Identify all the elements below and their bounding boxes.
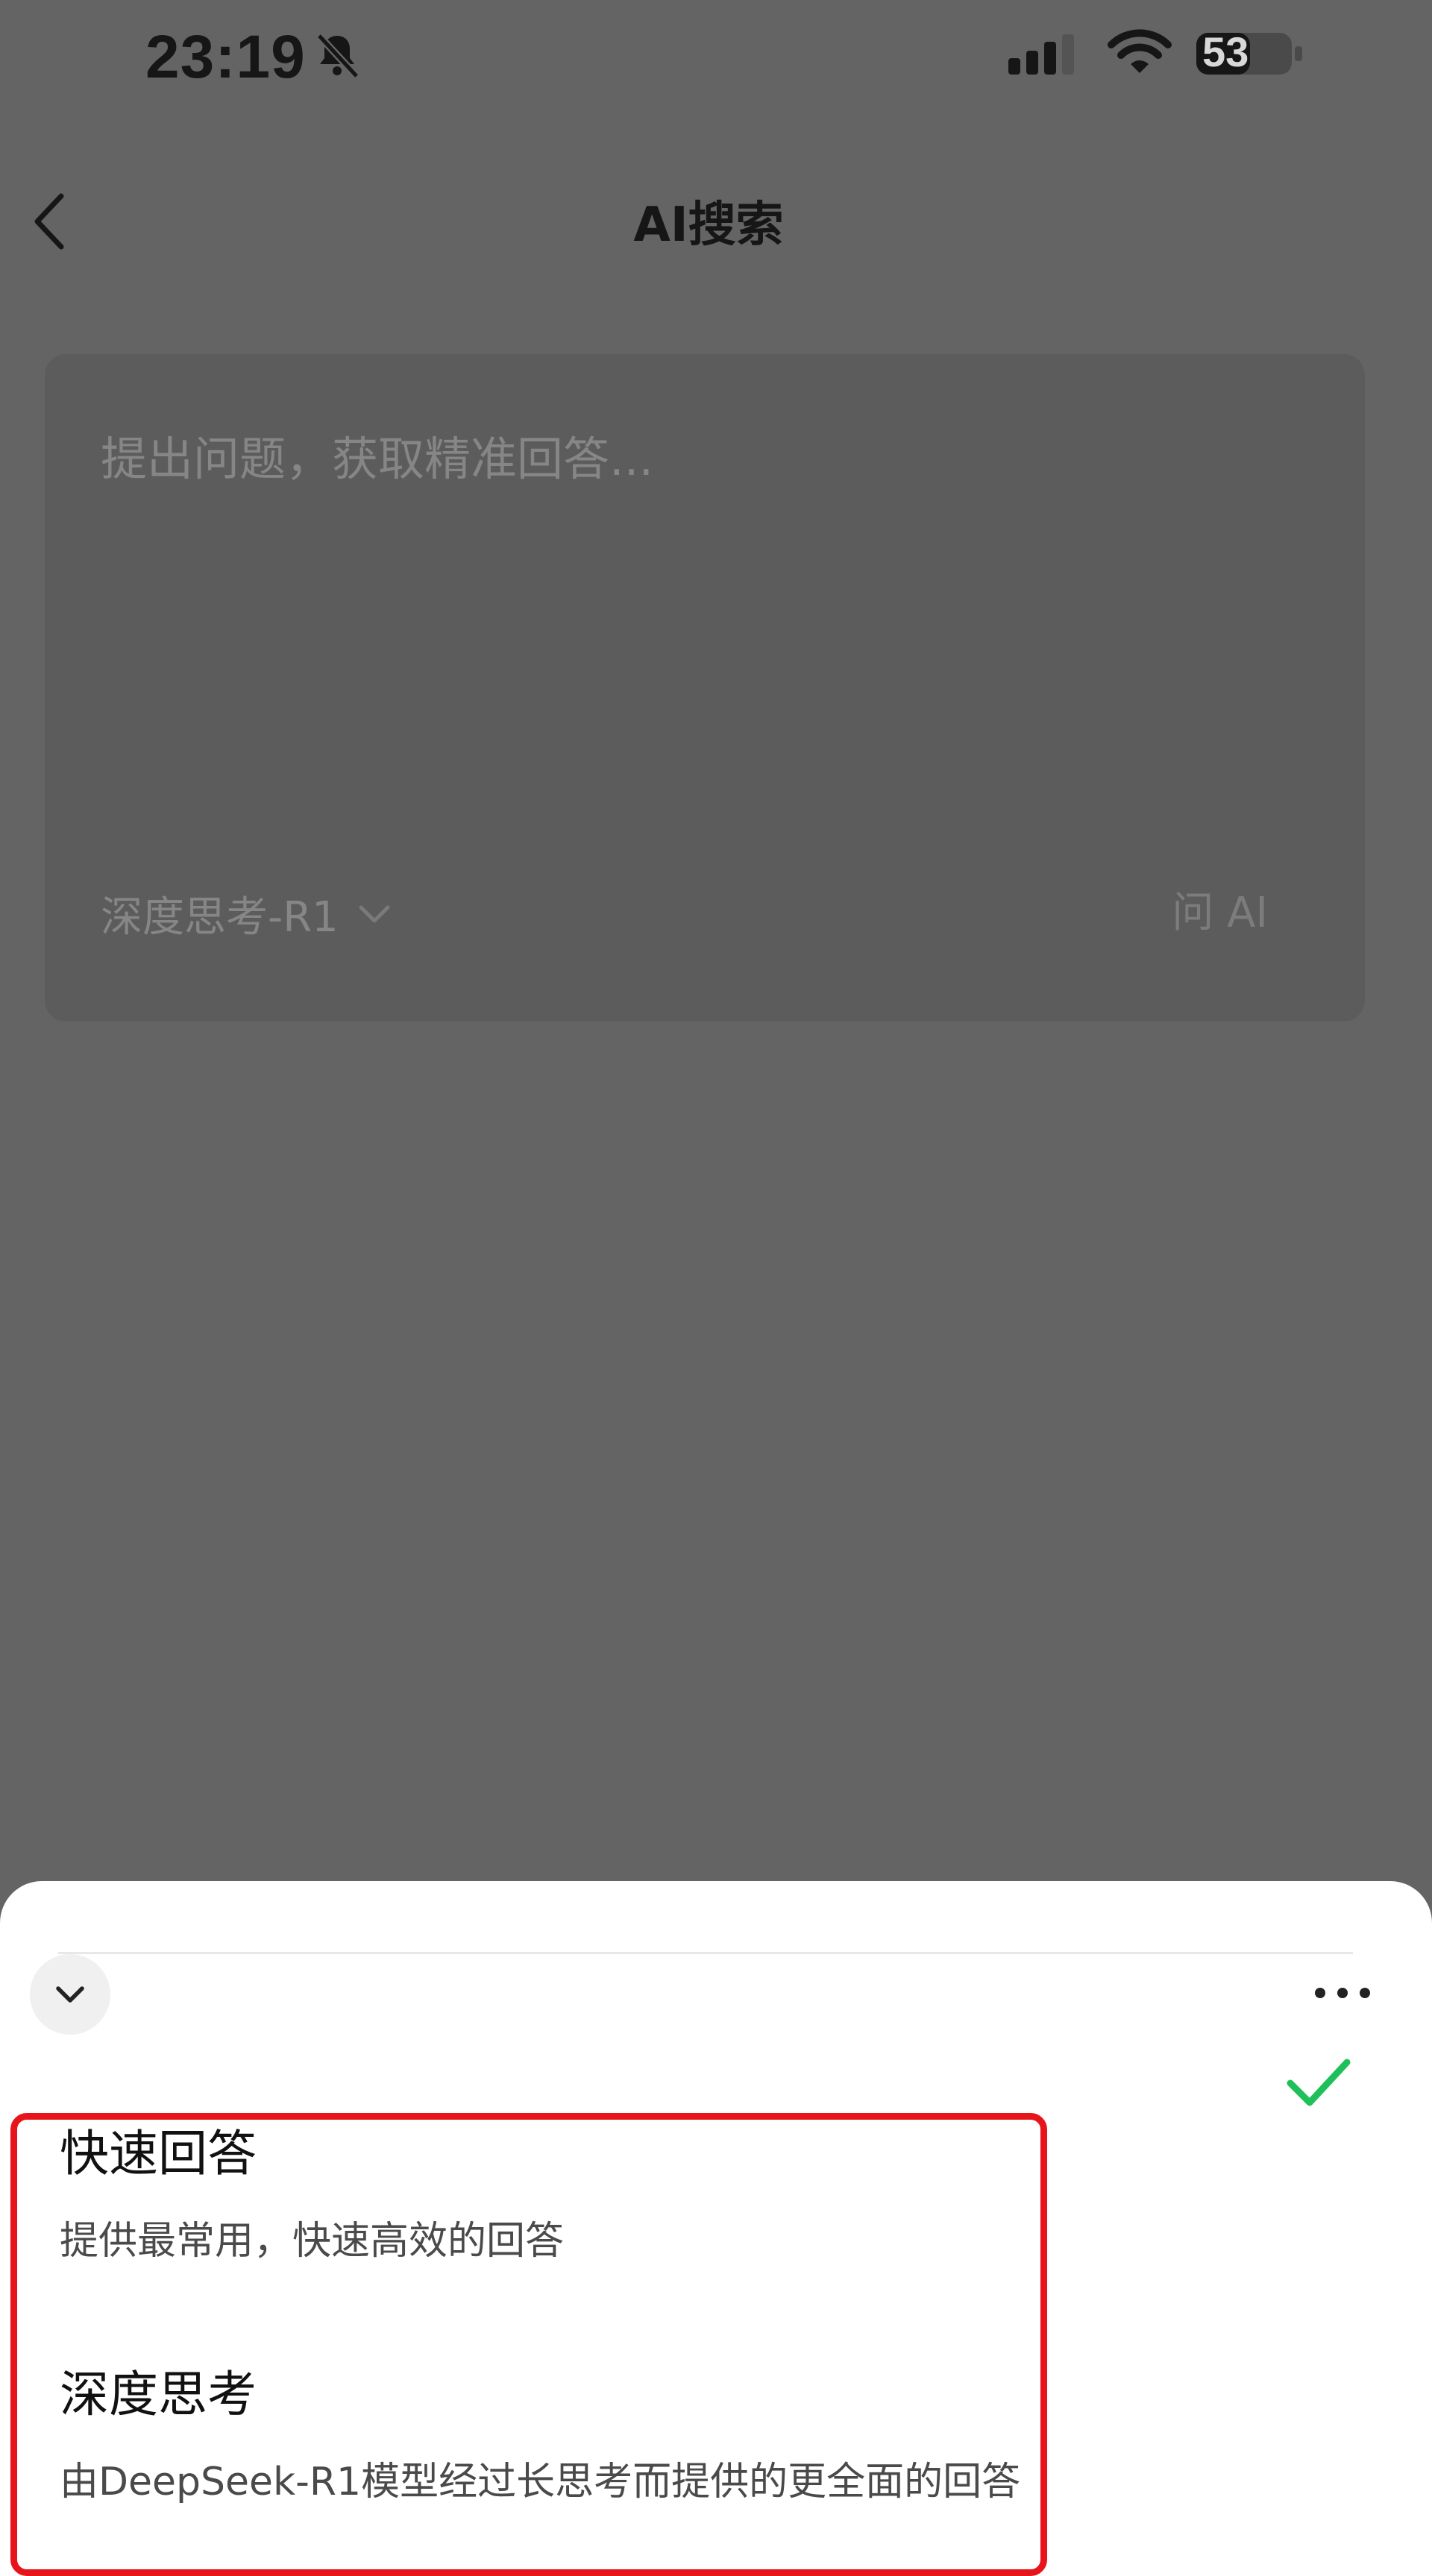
bell-muted-icon (316, 33, 359, 79)
option-title: 深度思考 (60, 2366, 257, 2423)
option-description: 由DeepSeek-R1模型经过长思考而提供的更全面的回答 (60, 2460, 1021, 2504)
option-quick-answer[interactable]: 快速回答 提供最常用，快速高效的回答 (0, 2112, 1432, 2295)
chevron-down-icon (56, 1986, 84, 2003)
model-label: 深度思考-R1 (101, 892, 339, 942)
wifi-icon (1108, 29, 1172, 73)
option-deep-thinking[interactable]: 深度思考 由DeepSeek-R1模型经过长思考而提供的更全面的回答 (0, 2355, 1432, 2576)
option-title: 快速回答 (60, 2125, 257, 2182)
more-button[interactable] (1301, 1971, 1384, 2015)
model-selector[interactable]: 深度思考-R1 (101, 880, 392, 947)
battery-level-text: 53 (1202, 28, 1249, 75)
chevron-down-icon (359, 905, 390, 923)
page-title: AI搜索 (633, 198, 784, 253)
status-bar: 23:19 53 (0, 0, 1432, 112)
status-time: 23:19 (145, 23, 306, 91)
signal-icon (1008, 34, 1074, 75)
bottom-sheet: 快速回答 提供最常用，快速高效的回答 深度思考 由DeepSeek-R1模型经过… (0, 1881, 1432, 2576)
option-description: 提供最常用，快速高效的回答 (60, 2219, 565, 2264)
collapse-button[interactable] (30, 1954, 110, 2035)
more-dots-icon (1315, 1988, 1370, 1998)
query-card: 深度思考-R1 问 AI (45, 354, 1365, 1021)
query-input[interactable] (101, 414, 1294, 503)
ask-ai-button[interactable]: 问 AI (1172, 880, 1268, 947)
page: 23:19 53 AI搜索 提出问题，获取精准回答... 深度思考-R1 问 A… (0, 0, 1432, 2576)
option-divider (58, 1952, 1353, 1954)
check-icon (1287, 2059, 1351, 2106)
